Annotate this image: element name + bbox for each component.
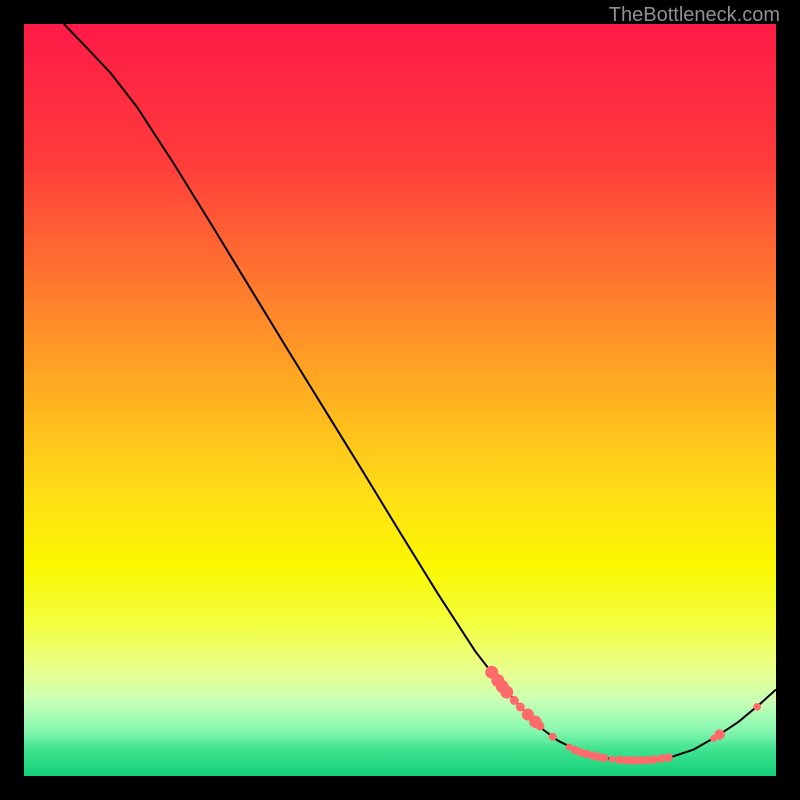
data-point-marker <box>664 753 672 761</box>
curve-markers <box>485 666 761 765</box>
data-point-marker <box>650 755 658 763</box>
data-point-marker <box>753 703 761 711</box>
data-point-marker <box>600 754 608 762</box>
curve-layer <box>24 24 776 776</box>
bottleneck-curve <box>64 24 776 760</box>
data-point-marker <box>516 703 525 712</box>
data-point-marker <box>535 722 544 731</box>
data-point-marker <box>609 756 616 763</box>
chart-root: TheBottleneck.com <box>0 0 800 800</box>
data-point-marker <box>714 729 724 739</box>
data-point-marker <box>500 686 513 699</box>
data-point-marker <box>549 733 557 741</box>
watermark-text: TheBottleneck.com <box>609 4 780 27</box>
plot-area <box>24 24 776 776</box>
